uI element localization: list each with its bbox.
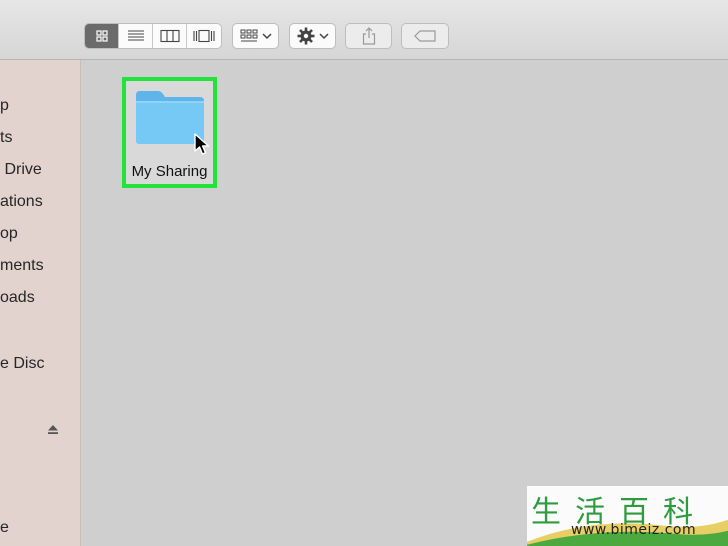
folder-item-my-sharing[interactable]: My Sharing [122,77,217,188]
sidebar-item-desktop[interactable]: p [0,93,9,119]
sidebar-item-label: p [0,97,9,114]
watermark-logo: 生 活 百 科 www.bimeiz.com [527,486,728,546]
sidebar-item-drive[interactable]: Drive [0,157,42,183]
chevron-down-icon [318,33,329,40]
sidebar-item-bottom[interactable]: e [0,515,9,541]
sidebar-item-documents[interactable]: ts [0,125,12,151]
column-view-icon [159,29,180,43]
sidebar-item-label: Drive [0,161,42,178]
column-view-button[interactable] [153,24,187,48]
view-mode-segmented-control [84,23,222,49]
icon-view-icon [95,30,108,42]
folder-name-label: My Sharing [131,163,208,180]
eject-icon[interactable] [47,422,59,440]
list-view-icon [127,30,144,41]
gear-icon [297,27,314,45]
sidebar-item-label: oads [0,289,35,306]
sidebar-item-remote-disc[interactable]: e Disc [0,351,44,377]
sidebar-item-applications[interactable]: ations [0,189,43,215]
grid-icon [240,29,257,42]
sidebar-item-label: e Disc [0,355,45,372]
action-button[interactable] [289,23,336,49]
sidebar-item-label: ments [0,257,44,274]
cursor-pointer-icon [194,133,210,155]
chevron-down-icon [261,33,272,40]
file-browser-content: My Sharing [81,60,728,546]
sidebar-item-label: ations [0,193,43,210]
sidebar-item-documents-2[interactable]: ments [0,253,44,279]
sidebar-item-downloads[interactable]: oads [0,285,35,311]
tags-button[interactable] [401,23,449,49]
toolbar [0,0,728,60]
watermark-char: 生 [531,495,561,530]
sidebar-item-label: e [0,519,9,536]
share-icon [362,27,375,45]
gallery-view-button[interactable] [187,24,221,48]
tag-icon [414,30,436,42]
sidebar-item-label: ts [0,129,13,146]
gallery-view-icon [193,29,215,43]
arrange-button[interactable] [232,23,279,49]
sidebar: p ts Drive ations op ments oads e Disc e [0,60,81,546]
share-button[interactable] [345,23,392,49]
watermark-url: www.bimeiz.com [571,522,697,538]
icon-view-button[interactable] [85,24,119,48]
list-view-button[interactable] [119,24,153,48]
sidebar-item-desktop-2[interactable]: op [0,221,18,247]
sidebar-item-label: op [0,225,18,242]
